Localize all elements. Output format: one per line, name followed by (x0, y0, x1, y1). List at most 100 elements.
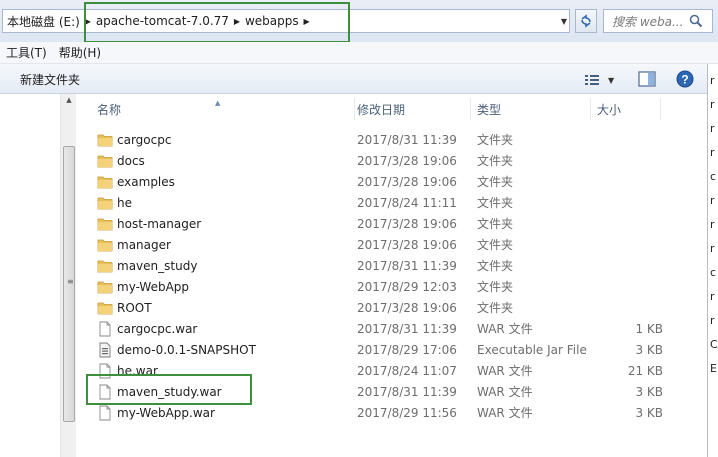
scrollbar-thumb[interactable]: ≡ (63, 146, 75, 422)
search-field[interactable]: 搜索 weba... (603, 9, 713, 33)
menu-help[interactable]: 帮助(H) (53, 44, 107, 61)
preview-pane-button[interactable] (638, 71, 656, 87)
search-placeholder[interactable]: 搜索 weba... (604, 13, 686, 30)
file-size (593, 297, 663, 318)
background-text-fragment: r (710, 242, 715, 255)
file-row[interactable]: ROOT 2017/3/28 19:06 文件夹 (93, 297, 687, 318)
file-row[interactable]: cargocpc.war 2017/8/31 11:39 WAR 文件 1 KB (93, 318, 687, 339)
help-icon: ? (676, 70, 694, 88)
file-name: demo-0.0.1-SNAPSHOT (117, 342, 256, 357)
file-name: ROOT (117, 300, 152, 315)
file-size (593, 255, 663, 276)
background-text-fragment: r (710, 74, 715, 87)
highlight-box-war (86, 374, 252, 405)
file-date: 2017/8/31 11:39 (357, 258, 457, 273)
file-name: host-manager (117, 216, 202, 231)
column-header-size[interactable]: 大小 (591, 98, 661, 120)
file-type: WAR 文件 (477, 406, 533, 420)
file-row[interactable]: cargocpc 2017/8/31 11:39 文件夹 (93, 129, 687, 150)
column-header-date[interactable]: 修改日期 (351, 98, 471, 120)
file-name: my-WebApp (117, 279, 190, 294)
menu-bar: 工具(T) 帮助(H) (0, 42, 718, 64)
file-date: 2017/8/24 11:11 (357, 195, 457, 210)
breadcrumb-root[interactable]: 本地磁盘 (E:) (3, 13, 80, 30)
file-date: 2017/8/31 11:39 (357, 384, 457, 399)
file-name: my-WebApp.war (117, 405, 215, 420)
file-date: 2017/8/31 11:39 (357, 321, 457, 336)
folder-icon (97, 276, 113, 297)
file-type: 文件夹 (477, 301, 514, 315)
file-date: 2017/8/29 12:03 (357, 279, 457, 294)
view-list-icon (585, 75, 599, 85)
file-row[interactable]: maven_study 2017/8/31 11:39 文件夹 (93, 255, 687, 276)
file-row[interactable]: examples 2017/3/28 19:06 文件夹 (93, 171, 687, 192)
background-text-fragment: r (710, 98, 715, 111)
svg-text:?: ? (681, 73, 688, 87)
file-name: docs (117, 153, 145, 168)
change-view-button[interactable]: ▼ (584, 71, 620, 89)
folder-icon (97, 213, 113, 234)
background-text-fragment: r (710, 290, 715, 303)
file-row[interactable]: manager 2017/3/28 19:06 文件夹 (93, 234, 687, 255)
command-bar: 新建文件夹 ▼ ? (0, 64, 718, 94)
file-type: 文件夹 (477, 196, 514, 210)
chevron-down-icon: ▼ (608, 75, 615, 85)
folder-icon (97, 171, 113, 192)
file-size (593, 150, 663, 171)
file-name: examples (117, 174, 175, 189)
folder-icon (97, 297, 113, 318)
background-text-fragment: C (710, 338, 718, 351)
background-text-fragment: E (710, 362, 717, 375)
jar-icon (97, 339, 113, 360)
column-header-name[interactable]: 名称 (91, 98, 355, 120)
search-icon[interactable] (688, 13, 704, 29)
file-icon (97, 318, 113, 339)
file-size: 3 KB (635, 384, 663, 399)
file-row[interactable]: docs 2017/3/28 19:06 文件夹 (93, 150, 687, 171)
file-row[interactable]: demo-0.0.1-SNAPSHOT 2017/8/29 17:06 Execut… (93, 339, 687, 360)
file-size (593, 171, 663, 192)
background-text-fragment: r (710, 122, 715, 135)
file-type: WAR 文件 (477, 364, 533, 378)
file-size: 3 KB (635, 342, 663, 357)
highlight-box-address (84, 2, 350, 43)
navigation-scrollbar[interactable]: ▲ ≡ (60, 94, 76, 457)
file-date: 2017/8/31 11:39 (357, 132, 457, 147)
file-row[interactable]: host-manager 2017/3/28 19:06 文件夹 (93, 213, 687, 234)
refresh-button[interactable] (575, 9, 597, 33)
file-date: 2017/8/24 11:07 (357, 363, 457, 378)
file-icon (97, 402, 113, 423)
scroll-up-arrow-icon[interactable]: ▲ (61, 96, 77, 110)
file-date: 2017/3/28 19:06 (357, 300, 457, 315)
new-folder-button[interactable]: 新建文件夹 (20, 71, 80, 88)
column-header-row: ▲ 名称 修改日期 类型 大小 (77, 98, 707, 120)
file-type: 文件夹 (477, 217, 514, 231)
file-name: manager (117, 237, 171, 252)
folder-icon (97, 234, 113, 255)
file-type: 文件夹 (477, 154, 514, 168)
help-button[interactable]: ? (676, 70, 694, 88)
file-date: 2017/3/28 19:06 (357, 174, 457, 189)
file-size (593, 276, 663, 297)
file-type: 文件夹 (477, 280, 514, 294)
menu-tools[interactable]: 工具(T) (0, 44, 53, 61)
file-size (593, 192, 663, 213)
file-row[interactable]: my-WebApp.war 2017/8/29 11:56 WAR 文件 3 KB (93, 402, 687, 423)
file-size (593, 234, 663, 255)
scrollbar-grip-icon: ≡ (67, 277, 74, 286)
file-size: 1 KB (635, 321, 663, 336)
column-header-type[interactable]: 类型 (471, 98, 591, 120)
address-history-dropdown[interactable]: ▼ (556, 9, 572, 33)
file-size: 3 KB (635, 405, 663, 420)
folder-icon (97, 255, 113, 276)
background-text-fragment: c (710, 170, 717, 183)
file-type: WAR 文件 (477, 385, 533, 399)
refresh-icon (581, 14, 591, 28)
file-row[interactable]: he 2017/8/24 11:11 文件夹 (93, 192, 687, 213)
file-size (593, 213, 663, 234)
file-name: maven_study (117, 258, 198, 273)
background-text-fragment: r (710, 314, 715, 327)
file-name: he (117, 195, 132, 210)
file-row[interactable]: my-WebApp 2017/8/29 12:03 文件夹 (93, 276, 687, 297)
background-window-edge: rrrrcrrrcrrCE (707, 64, 718, 457)
